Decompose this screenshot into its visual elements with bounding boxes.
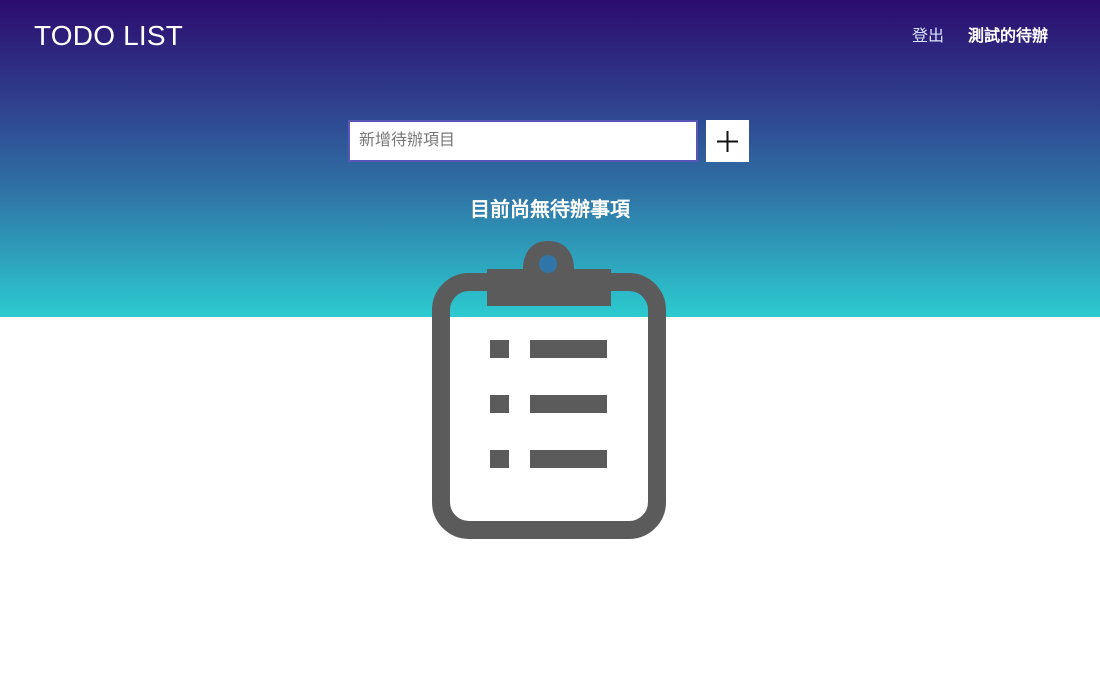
- user-name: 測試的待辦: [968, 26, 1049, 45]
- app-title: TODO LIST: [34, 20, 184, 51]
- clipboard-list-icon: [432, 241, 666, 539]
- top-header: TODO LIST 登出 測試的待辦: [0, 0, 1100, 72]
- empty-state-message: 目前尚無待辦事項: [470, 197, 630, 221]
- todo-page: TODO LIST 登出 測試的待辦 目前尚無待辦事項: [0, 0, 1100, 692]
- logout-link[interactable]: 登出: [912, 26, 944, 46]
- plus-icon: [717, 131, 738, 152]
- add-todo-button[interactable]: [706, 120, 749, 162]
- new-todo-input[interactable]: [348, 120, 698, 162]
